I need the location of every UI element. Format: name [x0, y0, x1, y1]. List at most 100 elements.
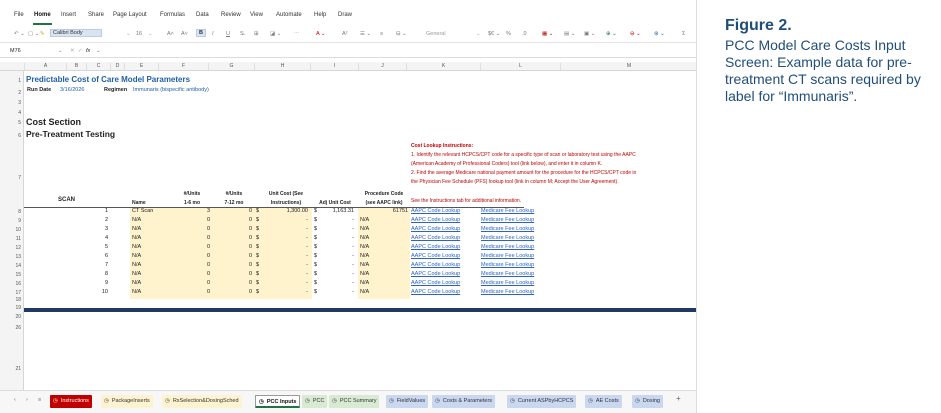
aapc-code-lookup-link[interactable]: AAPC Code Lookup [411, 262, 460, 269]
row-header[interactable]: 18 [15, 297, 21, 303]
scan-name-cell[interactable]: N/A [132, 226, 141, 233]
units712-cell[interactable]: 0 [216, 244, 252, 251]
scan-name-cell[interactable]: N/A [132, 235, 141, 242]
next-sheet-icon[interactable]: › [26, 397, 28, 403]
row-header[interactable]: 14 [15, 263, 21, 269]
row-header[interactable]: 17 [15, 290, 21, 296]
aapc-code-lookup-link[interactable]: AAPC Code Lookup [411, 271, 460, 278]
menu-item-help[interactable]: Help [314, 12, 326, 18]
medicare-fee-lookup-link[interactable]: Medicare Fee Lookup [481, 289, 534, 296]
medicare-fee-lookup-link[interactable]: Medicare Fee Lookup [481, 208, 534, 215]
sheet-tab-pcc-inputs[interactable]: ◷ PCC Inputs [255, 395, 301, 408]
unit-cost-cell[interactable]: - [264, 271, 308, 278]
aapc-code-lookup-link[interactable]: AAPC Code Lookup [411, 253, 460, 260]
menu-item-draw[interactable]: Draw [338, 12, 352, 18]
sheet-list-icon[interactable]: ≡ [38, 397, 41, 403]
sheet-tab-rxselection-dosingsched[interactable]: ◷ RxSelection&DosingSched [162, 395, 242, 408]
aapc-code-lookup-link[interactable]: AAPC Code Lookup [411, 217, 460, 224]
units16-cell[interactable]: 0 [174, 235, 210, 242]
medicare-fee-lookup-link[interactable]: Medicare Fee Lookup [481, 217, 534, 224]
units712-cell[interactable]: 0 [216, 226, 252, 233]
scan-name-cell[interactable]: N/A [132, 289, 141, 296]
column-header-e[interactable]: E [124, 63, 158, 71]
autosum-icon[interactable]: Σ [682, 31, 685, 37]
paste-icon[interactable]: ▢ ⌄ [28, 31, 39, 37]
column-header-j[interactable]: J [358, 63, 406, 71]
unit-cost-cell[interactable]: - [264, 280, 308, 287]
units16-cell[interactable]: 0 [174, 271, 210, 278]
medicare-fee-lookup-link[interactable]: Medicare Fee Lookup [481, 271, 534, 278]
column-header-i[interactable]: I [310, 63, 358, 71]
regimen-value[interactable]: Immunaris (bispecific antibody) [133, 87, 209, 94]
italic-button[interactable]: I [212, 31, 214, 37]
units16-cell[interactable]: 0 [174, 226, 210, 233]
row-header[interactable]: 15 [15, 272, 21, 278]
borders-icon[interactable]: ⊞ [254, 31, 259, 37]
column-header-a[interactable]: A [24, 63, 66, 71]
medicare-fee-lookup-link[interactable]: Medicare Fee Lookup [481, 226, 534, 233]
sheet-tab-ae-costs[interactable]: ◷ AE Costs [585, 395, 622, 408]
fx-label[interactable]: fx [86, 48, 90, 54]
percent-icon[interactable]: % [506, 31, 511, 37]
format-table-icon[interactable]: ▤ ⌄ [564, 31, 575, 37]
decrease-font-icon[interactable]: A˅ [181, 31, 188, 37]
unit-cost-cell[interactable]: - [264, 244, 308, 251]
format-cells-icon[interactable]: ⊛ ⌄ [654, 31, 665, 37]
units712-cell[interactable]: 0 [216, 217, 252, 224]
column-header-f[interactable]: F [158, 63, 208, 71]
procedure-code-cell[interactable]: N/A [360, 253, 369, 260]
row-header[interactable]: 21 [15, 366, 21, 372]
procedure-code-cell[interactable]: N/A [360, 271, 369, 278]
column-header-k[interactable]: K [406, 63, 480, 71]
row-header[interactable]: 4 [18, 110, 21, 116]
wrap-icon[interactable]: ≡ [380, 31, 383, 37]
row-header[interactable]: 20 [15, 314, 21, 320]
menu-item-formulas[interactable]: Formulas [160, 12, 185, 18]
row-header[interactable]: 13 [15, 254, 21, 260]
row-header[interactable]: 16 [15, 281, 21, 287]
format-painter-icon[interactable]: ✎ [40, 31, 45, 37]
row-header[interactable]: 9 [18, 218, 21, 224]
strikethrough-icon[interactable]: S̶ [240, 31, 244, 37]
column-header-m[interactable]: M [560, 63, 696, 71]
menu-item-data[interactable]: Data [196, 12, 209, 18]
row-header[interactable]: 1 [18, 78, 21, 84]
unit-cost-cell[interactable]: - [264, 235, 308, 242]
procedure-code-cell[interactable]: N/A [360, 217, 369, 224]
units16-cell[interactable]: 0 [174, 244, 210, 251]
row-header[interactable]: 2 [18, 90, 21, 96]
conditional-format-icon[interactable]: ▦ ⌄ [542, 31, 553, 37]
units712-cell[interactable]: 0 [216, 208, 252, 215]
add-sheet-icon[interactable]: + [676, 394, 681, 403]
menu-item-review[interactable]: Review [221, 12, 241, 18]
name-box[interactable]: M76 [10, 48, 21, 54]
units16-cell[interactable]: 0 [174, 253, 210, 260]
row-header[interactable]: 5 [18, 120, 21, 126]
row-header[interactable]: 3 [18, 100, 21, 106]
unit-cost-cell[interactable]: - [264, 253, 308, 260]
menu-item-home[interactable]: Home [34, 12, 51, 18]
units16-cell[interactable]: 0 [174, 262, 210, 269]
row-header[interactable]: 12 [15, 245, 21, 251]
insert-cells-icon[interactable]: ⊕ ⌄ [606, 31, 617, 37]
procedure-code-cell[interactable]: N/A [360, 226, 369, 233]
unit-cost-cell[interactable]: 1,300.00 [264, 208, 308, 215]
worksheet-grid[interactable]: Predictable Cost of Care Model Parameter… [24, 71, 696, 390]
procedure-code-cell[interactable]: N/A [360, 235, 369, 242]
procedure-code-cell[interactable]: N/A [360, 289, 369, 296]
row-header[interactable]: 10 [15, 227, 21, 233]
number-format-select[interactable]: General [426, 31, 446, 37]
row-header[interactable]: 7 [18, 175, 21, 181]
scan-name-cell[interactable]: N/A [132, 253, 141, 260]
procedure-code-cell[interactable]: N/A [360, 262, 369, 269]
units712-cell[interactable]: 0 [216, 271, 252, 278]
scan-name-cell[interactable]: N/A [132, 271, 141, 278]
superscript-icon[interactable]: A² [342, 31, 348, 37]
cancel-icon[interactable]: ✕ [70, 48, 75, 54]
units712-cell[interactable]: 0 [216, 280, 252, 287]
prev-sheet-icon[interactable]: ‹ [14, 397, 16, 403]
bold-button[interactable]: B [196, 29, 206, 37]
merge-icon[interactable]: ⊟ ⌄ [396, 31, 407, 37]
menu-item-share[interactable]: Share [88, 12, 104, 18]
column-header-g[interactable]: G [208, 63, 254, 71]
